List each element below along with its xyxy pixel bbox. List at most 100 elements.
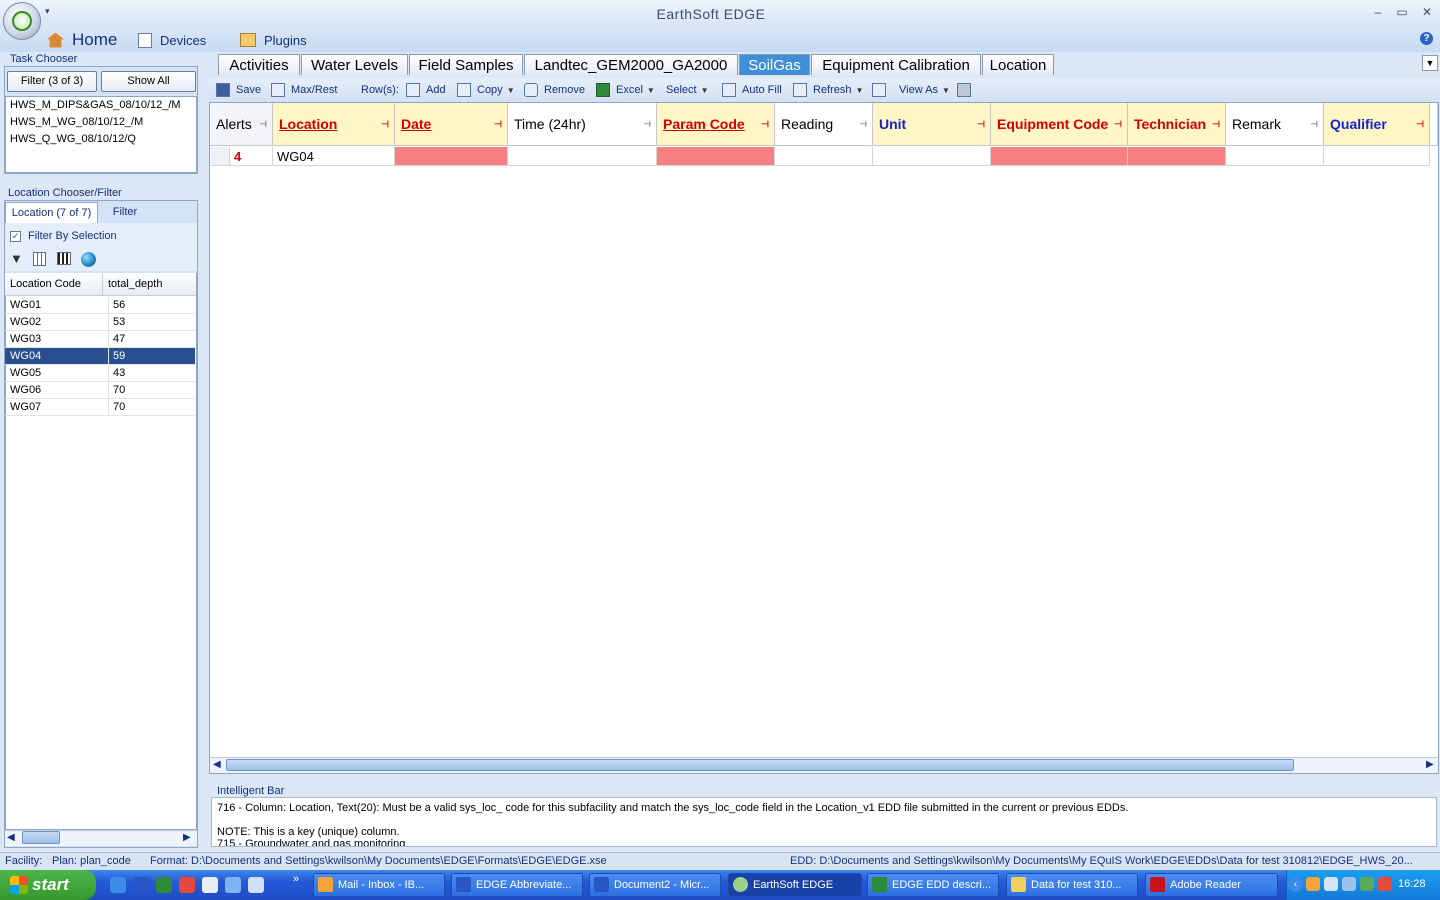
pin-icon[interactable]: ⊣ — [259, 103, 267, 145]
column-header-remark[interactable]: Remark ⊣ — [1226, 103, 1324, 146]
select-button[interactable]: Select ▼ — [666, 80, 709, 100]
refresh-button[interactable]: Refresh ▼ — [793, 80, 863, 100]
remove-button[interactable]: Remove — [524, 80, 585, 100]
pin-icon[interactable]: ⊣ — [494, 103, 502, 145]
location-row[interactable]: WG03 47 — [5, 331, 195, 348]
location-row[interactable]: WG04 59 — [5, 348, 195, 365]
unit-cell[interactable] — [873, 147, 991, 166]
menu-devices[interactable]: Devices — [138, 29, 206, 51]
view-as-button[interactable]: View As ▼ — [899, 80, 950, 100]
location-row[interactable]: WG07 70 — [5, 399, 195, 416]
qualifier-cell[interactable] — [1324, 147, 1430, 166]
column-header-more[interactable] — [1430, 103, 1438, 146]
tray-security-icon[interactable] — [1378, 877, 1392, 891]
scroll-left-icon[interactable]: ◀ — [213, 759, 221, 770]
column-header-total-depth[interactable]: total_depth — [103, 273, 196, 296]
max-rest-button[interactable]: Max/Rest — [271, 80, 337, 100]
tab-activities[interactable]: Activities — [218, 54, 300, 75]
column-header-location[interactable]: Location ⊣ — [273, 103, 395, 146]
column-header-time[interactable]: Time (24hr) ⊣ — [508, 103, 657, 146]
location-row[interactable]: WG06 70 — [5, 382, 195, 399]
desktop-icon[interactable] — [248, 877, 264, 893]
print-button[interactable] — [957, 80, 971, 100]
remark-cell[interactable] — [1226, 147, 1324, 166]
column-header-date[interactable]: Date ⊣ — [395, 103, 508, 146]
maximize-button[interactable]: ▭ — [1393, 5, 1411, 19]
pin-icon[interactable]: ⊣ — [1310, 103, 1318, 145]
tab-landtec[interactable]: Landtec_GEM2000_GA2000 — [524, 54, 738, 75]
save-button[interactable]: Save — [216, 80, 261, 100]
taskbar-item-edge-edd[interactable]: EDGE EDD descri... — [867, 873, 999, 897]
column-header-param-code[interactable]: Param Code ⊣ — [657, 103, 775, 146]
scroll-right-icon[interactable]: ▶ — [183, 832, 191, 843]
alerts-cell[interactable]: 4 — [230, 147, 273, 166]
column-header-unit[interactable]: Unit ⊣ — [873, 103, 991, 146]
columns-toggle-button[interactable] — [872, 80, 886, 100]
tray-users-icon[interactable] — [1342, 877, 1356, 891]
equipment-code-cell[interactable] — [991, 147, 1128, 166]
row-selector[interactable] — [210, 147, 230, 166]
column-header-reading[interactable]: Reading ⊣ — [775, 103, 873, 146]
device-icon[interactable] — [225, 877, 241, 893]
tray-expand-icon[interactable]: ‹ — [1288, 877, 1303, 892]
tab-list-dropdown[interactable]: ▼ — [1422, 55, 1438, 71]
funnel-icon[interactable]: ▼ — [10, 252, 24, 266]
taskbar-item-data-folder[interactable]: Data for test 310... — [1006, 873, 1138, 897]
filter-by-selection-checkbox[interactable]: ✓ — [10, 231, 21, 242]
tab-field-samples[interactable]: Field Samples — [409, 54, 523, 75]
menu-plugins[interactable]: Plugins — [240, 29, 307, 51]
pin-icon[interactable]: ⊣ — [1212, 103, 1220, 145]
taskbar-item-adobe-reader[interactable]: Adobe Reader — [1145, 873, 1278, 897]
time-cell[interactable] — [508, 147, 657, 166]
location-row[interactable]: WG05 43 — [5, 365, 195, 382]
date-cell[interactable] — [395, 147, 508, 166]
pin-icon[interactable]: ⊣ — [977, 103, 985, 145]
app-menu-button[interactable] — [3, 2, 41, 40]
column-header-alerts[interactable]: Alerts ⊣ — [210, 103, 273, 146]
tray-app-icon[interactable] — [1306, 877, 1320, 891]
pin-icon[interactable]: ⊣ — [643, 103, 651, 145]
task-item[interactable]: HWS_M_WG_08/10/12_/M — [6, 114, 196, 131]
ie-icon[interactable] — [110, 877, 126, 893]
excel-icon[interactable] — [156, 877, 172, 893]
close-button[interactable]: ✕ — [1418, 5, 1436, 19]
tab-location[interactable]: Location — [982, 54, 1054, 75]
show-all-button[interactable]: Show All — [101, 71, 196, 92]
taskbar-item-document2[interactable]: Document2 - Micr... — [589, 873, 721, 897]
task-item[interactable]: HWS_M_DIPS&GAS_08/10/12_/M — [6, 97, 196, 114]
location-scroll-thumb[interactable] — [22, 831, 60, 844]
column-header-technician[interactable]: Technician ⊣ — [1128, 103, 1226, 146]
reading-cell[interactable] — [775, 147, 873, 166]
pin-icon[interactable]: ⊣ — [1416, 103, 1424, 145]
excel-button[interactable]: Excel ▼ — [596, 80, 655, 100]
filter-tasks-button[interactable]: Filter (3 of 3) — [7, 71, 97, 92]
column-header-qualifier[interactable]: Qualifier ⊣ — [1324, 103, 1430, 146]
task-item[interactable]: HWS_Q_WG_08/10/12/Q — [6, 131, 196, 148]
location-cell[interactable]: WG04 — [273, 147, 395, 166]
param-code-cell[interactable] — [657, 147, 775, 166]
help-icon[interactable]: ? — [1420, 32, 1433, 45]
menu-home[interactable]: Home — [47, 29, 117, 51]
scroll-left-icon[interactable]: ◀ — [7, 832, 15, 843]
column-header-equipment-code[interactable]: Equipment Code ⊣ — [991, 103, 1128, 146]
document-icon[interactable] — [202, 877, 218, 893]
auto-fill-button[interactable]: Auto Fill — [722, 80, 782, 100]
taskbar-item-edge-abbreviate[interactable]: EDGE Abbreviate... — [451, 873, 583, 897]
quicklaunch-more[interactable]: » — [293, 873, 299, 885]
globe-icon[interactable] — [81, 252, 96, 267]
pin-icon[interactable]: ⊣ — [761, 103, 769, 145]
grid-scroll-thumb[interactable] — [226, 759, 1294, 771]
add-row-button[interactable]: Add — [406, 80, 446, 100]
word-icon[interactable] — [133, 877, 149, 893]
location-row[interactable]: WG01 56 — [5, 297, 195, 314]
tab-soilgas[interactable]: SoilGas — [739, 54, 810, 75]
taskbar-item-mail[interactable]: Mail - Inbox - IB... — [313, 873, 445, 897]
minimize-button[interactable]: – — [1369, 5, 1387, 19]
technician-cell[interactable] — [1128, 147, 1226, 166]
location-row[interactable]: WG02 53 — [5, 314, 195, 331]
tab-location[interactable]: Location (7 of 7) — [5, 202, 98, 223]
copy-button[interactable]: Copy ▼ — [457, 80, 515, 100]
tray-status-icon[interactable] — [1360, 877, 1374, 891]
barcode-icon[interactable] — [57, 252, 71, 265]
column-header-location-code[interactable]: Location Code — [5, 273, 103, 296]
